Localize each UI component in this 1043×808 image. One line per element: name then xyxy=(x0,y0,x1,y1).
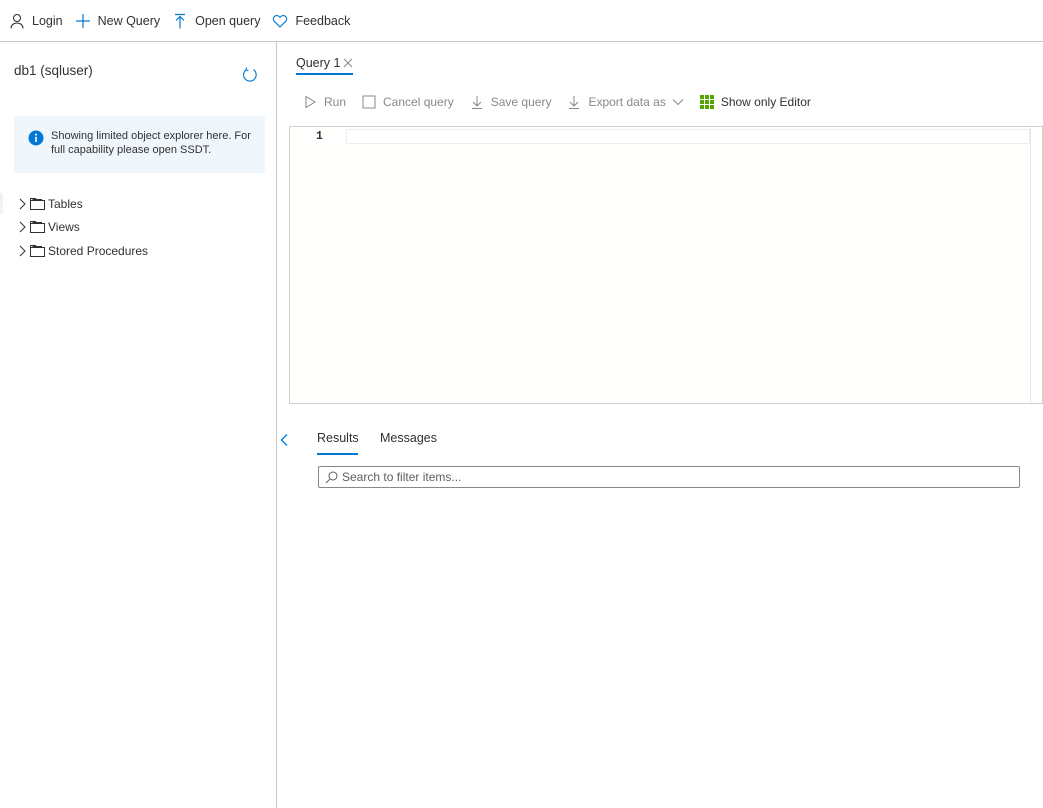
feedback-button[interactable]: Feedback xyxy=(272,0,350,42)
tree-item-stored-procedures[interactable]: Stored Procedures xyxy=(0,239,276,263)
run-label: Run xyxy=(324,95,347,109)
tab-results[interactable]: Results xyxy=(317,431,359,445)
folder-icon xyxy=(29,244,46,258)
login-label: Login xyxy=(32,13,63,28)
tab-query-1[interactable]: Query 1 xyxy=(296,51,353,75)
stop-icon xyxy=(362,95,376,109)
chevron-right-icon[interactable] xyxy=(18,221,27,233)
download-icon xyxy=(470,95,484,109)
line-number: 1 xyxy=(316,130,323,143)
show-editor-label: Show only Editor xyxy=(720,95,811,109)
export-label: Export data as xyxy=(588,95,666,109)
active-tab-indicator xyxy=(296,73,353,75)
open-query-label: Open query xyxy=(195,13,261,28)
results-search-box[interactable] xyxy=(318,466,1020,488)
chevron-right-icon[interactable] xyxy=(18,198,27,210)
close-icon[interactable] xyxy=(343,58,353,68)
tree-item-label: Tables xyxy=(48,196,83,211)
search-icon xyxy=(325,471,338,484)
chevron-left-icon[interactable] xyxy=(279,433,289,447)
show-only-editor-button[interactable]: Show only Editor xyxy=(699,95,811,109)
open-query-button[interactable]: Open query xyxy=(172,0,260,42)
line-number-gutter: 1 xyxy=(290,127,346,403)
folder-icon xyxy=(29,220,46,234)
database-title: db1 (sqluser) xyxy=(14,63,93,78)
top-command-bar: Login New Query Open query Feedback xyxy=(0,0,1043,42)
cancel-label: Cancel query xyxy=(383,95,454,109)
tree-item-tables[interactable]: Tables xyxy=(0,192,276,216)
tab-messages[interactable]: Messages xyxy=(380,431,437,445)
tree-item-views[interactable]: Views xyxy=(0,216,276,240)
chevron-right-icon[interactable] xyxy=(18,245,27,257)
info-banner: Showing limited object explorer here. Fo… xyxy=(14,116,265,173)
run-button[interactable]: Run xyxy=(303,95,346,109)
current-line-highlight[interactable] xyxy=(346,129,1030,144)
person-icon xyxy=(9,13,25,29)
editor-scrollbar[interactable] xyxy=(1030,127,1042,403)
sql-editor[interactable]: 1 xyxy=(289,126,1043,404)
tab-label: Query 1 xyxy=(296,56,341,70)
heart-icon xyxy=(272,13,288,29)
object-explorer-panel: db1 (sqluser) Showing limited object exp… xyxy=(0,42,277,808)
chevron-down-icon[interactable] xyxy=(672,98,684,106)
info-text: Showing limited object explorer here. Fo… xyxy=(51,130,251,156)
export-data-button[interactable]: Export data as xyxy=(567,95,684,109)
cancel-query-button[interactable]: Cancel query xyxy=(362,95,454,109)
refresh-icon[interactable] xyxy=(241,66,259,84)
active-results-tab-indicator xyxy=(317,453,358,455)
info-icon xyxy=(28,130,44,146)
play-icon xyxy=(303,95,317,109)
plus-icon xyxy=(75,13,91,29)
tree-item-label: Stored Procedures xyxy=(48,243,149,258)
grid-icon xyxy=(699,95,714,109)
query-toolbar: Run Cancel query Save query Export data … xyxy=(303,92,827,112)
save-query-button[interactable]: Save query xyxy=(470,95,552,109)
upload-icon xyxy=(172,13,188,29)
login-button[interactable]: Login xyxy=(9,0,63,42)
new-query-button[interactable]: New Query xyxy=(75,0,161,42)
tree-item-label: Views xyxy=(48,220,80,235)
search-input[interactable] xyxy=(342,468,1019,486)
new-query-label: New Query xyxy=(97,13,161,28)
feedback-label: Feedback xyxy=(295,13,351,28)
folder-icon xyxy=(29,197,46,211)
object-tree: Tables Views Stored Procedures xyxy=(0,192,276,263)
query-editor-pane: Query 1 Run Cancel query Save query Expo… xyxy=(278,42,1043,808)
save-label: Save query xyxy=(490,95,552,109)
download-icon xyxy=(567,95,581,109)
